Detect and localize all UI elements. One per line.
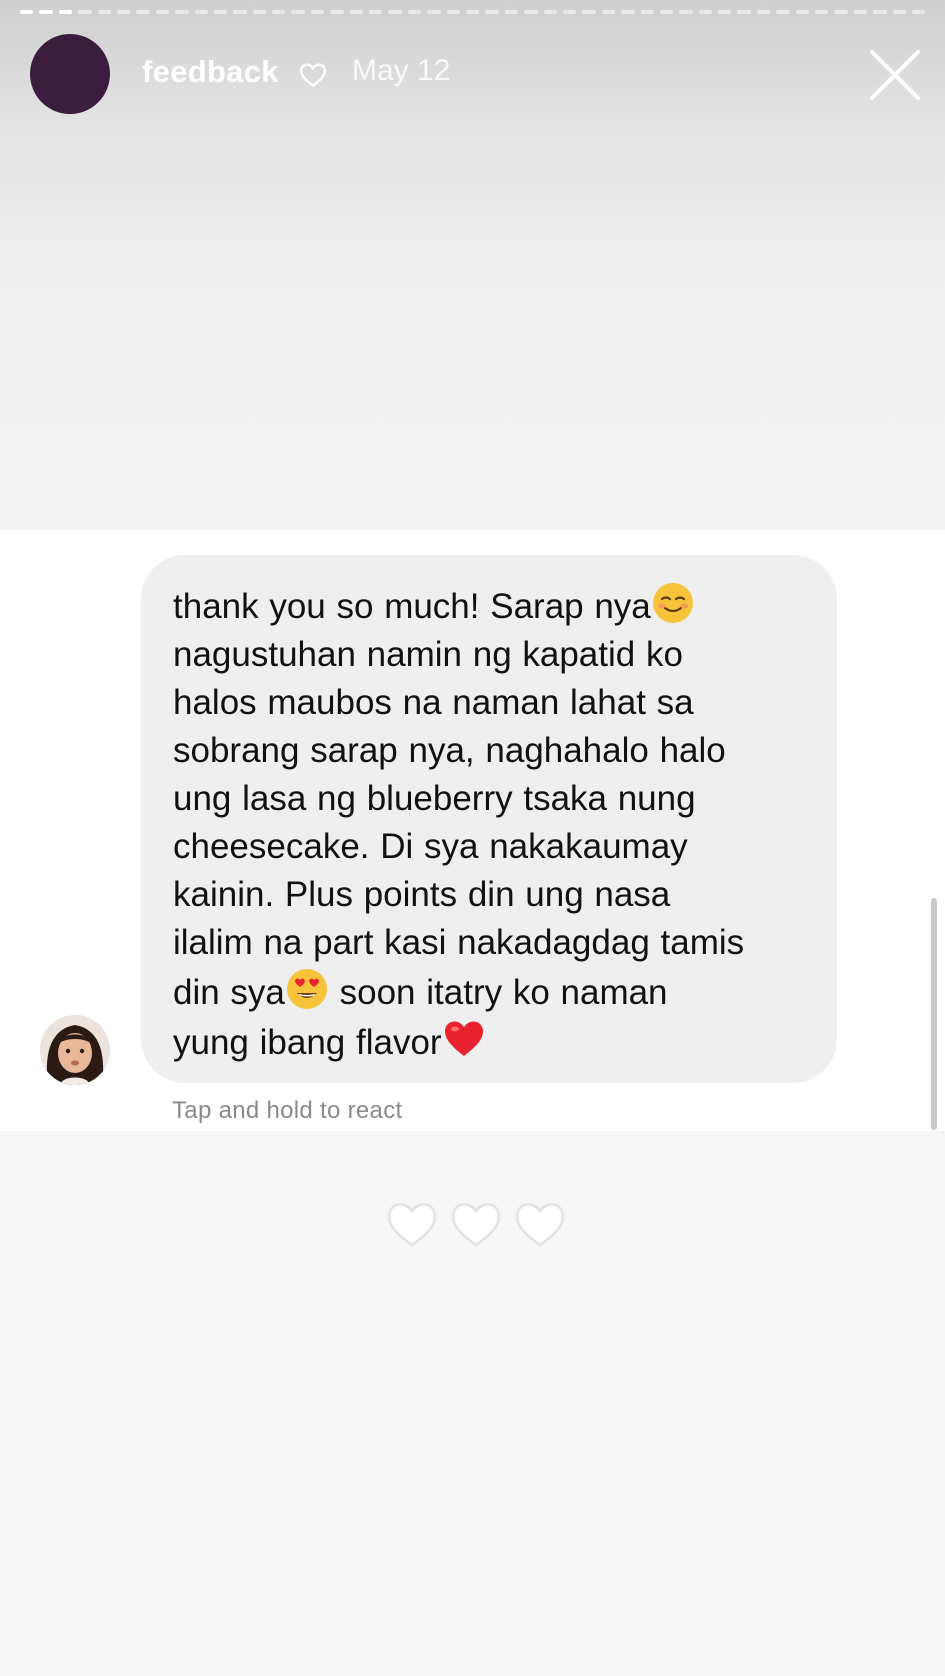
progress-segment [20,10,34,14]
message-line: halos maubos na naman lahat sa [173,683,694,722]
heart-outline-icon [299,63,327,88]
progress-segment [78,10,92,14]
progress-segment [698,10,713,14]
message-line: thank you so much! Sarap nya [173,587,651,626]
message-line: din sya [173,973,285,1012]
progress-segment [427,10,441,14]
smiling-face-icon [652,583,693,623]
progress-segment [310,10,325,14]
heart-outline-icon[interactable] [449,1198,503,1252]
message-line: ilalim na part kasi nakadagdag tamis [173,923,745,962]
progress-segment [446,10,460,14]
account-username[interactable]: feedback [142,54,279,90]
progress-segment [291,10,305,14]
progress-segment [679,10,693,14]
heart-outline-icon[interactable] [385,1198,439,1252]
story-progress-bar [20,10,926,14]
progress-segment [582,10,596,14]
progress-segment [718,10,732,14]
heart-outline-icon[interactable] [513,1198,567,1252]
progress-segment [562,10,577,14]
progress-segment [97,10,111,14]
heart-eyes-icon [286,969,327,1009]
progress-segment [485,10,499,14]
message-line: ung lasa ng blueberry tsaka nung [173,779,696,818]
progress-segment [659,10,674,14]
progress-segment [524,10,538,14]
progress-segment [58,10,73,14]
message-line: sobrang sarap nya, naghahalo halo [173,731,726,770]
progress-segment [815,10,829,14]
progress-segment [776,10,790,14]
progress-segment [116,10,131,14]
close-icon[interactable] [868,48,922,102]
story-date: May 12 [352,54,451,87]
message-bubble[interactable]: thank you so much! Sarap nya nagustuhan … [141,555,837,1083]
progress-segment [873,10,887,14]
progress-segment [349,10,364,14]
scrollbar[interactable] [931,898,937,1130]
account-avatar[interactable] [30,34,110,114]
progress-segment [911,10,926,14]
sender-avatar[interactable] [40,1015,110,1085]
progress-segment [621,10,635,14]
progress-segment [213,10,228,14]
progress-segment [601,10,616,14]
progress-segment [834,10,848,14]
message-line: kainin. Plus points din ung nasa [173,875,671,914]
progress-segment [369,10,383,14]
progress-segment [194,10,208,14]
progress-segment [737,10,751,14]
progress-segment [756,10,771,14]
message-text: thank you so much! Sarap nya nagustuhan … [173,581,807,1067]
progress-segment [330,10,344,14]
progress-segment [155,10,170,14]
progress-segment [233,10,247,14]
progress-segment [252,10,267,14]
progress-segment [892,10,906,14]
message-line: nagustuhan namin ng kapatid ko [173,635,683,674]
tap-hold-hint: Tap and hold to react [172,1097,403,1124]
progress-segment [175,10,189,14]
red-heart-icon [444,1021,483,1056]
progress-segment [543,10,557,14]
progress-segment [504,10,519,14]
progress-segment [272,10,286,14]
progress-segment [407,10,422,14]
story-header: feedback May 12 [0,32,945,116]
progress-segment [795,10,810,14]
progress-segment [388,10,402,14]
sender-photo [40,1015,110,1085]
message-line: yung ibang flavor [173,1023,442,1062]
progress-segment [465,10,480,14]
message-line: soon itatry ko naman [328,973,668,1012]
progress-segment [39,10,53,14]
progress-segment [136,10,150,14]
progress-segment [640,10,654,14]
progress-segment [853,10,868,14]
message-line: cheesecake. Di sya nakakaumay [173,827,688,866]
reaction-bar [385,1198,567,1252]
